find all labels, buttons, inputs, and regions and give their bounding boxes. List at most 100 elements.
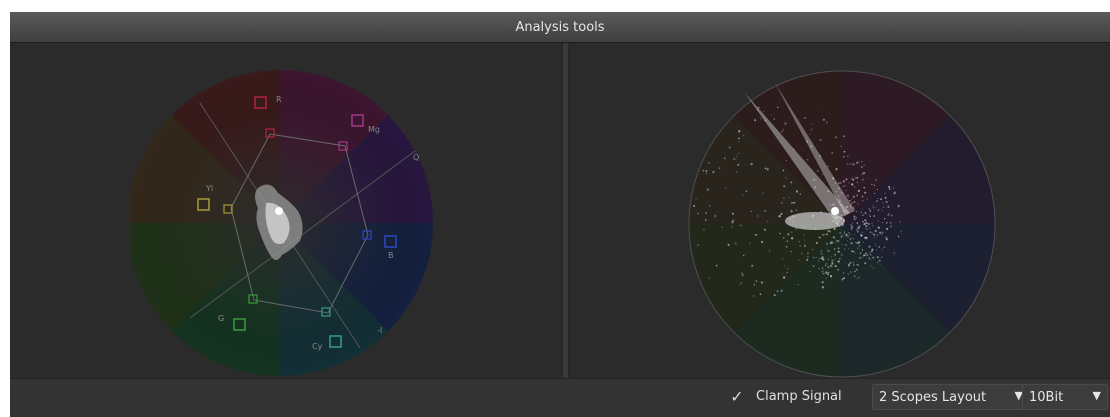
signal-dot	[865, 237, 868, 240]
signal-dot	[872, 206, 875, 209]
signal-dot	[871, 222, 873, 224]
signal-dot	[831, 261, 834, 265]
signal-dot	[863, 164, 865, 166]
signal-dot	[850, 227, 853, 230]
scope-divider[interactable]	[562, 43, 569, 378]
signal-dot	[869, 231, 872, 234]
signal-dot	[695, 198, 697, 200]
signal-dot	[827, 266, 830, 269]
signal-dot	[827, 258, 830, 260]
panel-title-bar: Analysis tools	[10, 12, 1110, 43]
signal-dot	[827, 229, 830, 233]
signal-dot	[862, 214, 864, 216]
signal-dot	[882, 210, 884, 212]
signal-dot	[755, 280, 758, 282]
signal-dot	[858, 244, 861, 247]
signal-dot	[855, 268, 858, 271]
signal-dot	[863, 222, 866, 226]
bit-depth-dropdown-value: 10Bit	[1029, 389, 1064, 405]
label-mg: Mg	[368, 125, 380, 134]
signal-dot	[874, 242, 876, 245]
signal-dot	[849, 234, 851, 236]
clamp-signal-checkbox[interactable]: ✓	[728, 388, 746, 406]
signal-dot	[851, 222, 854, 224]
signal-dot	[870, 254, 872, 256]
signal-dot	[862, 200, 864, 202]
signal-dot	[784, 265, 786, 267]
signal-dot	[839, 181, 842, 185]
signal-dot	[885, 236, 888, 239]
signal-dot	[820, 257, 824, 260]
label-b: B	[388, 251, 394, 260]
signal-dot	[809, 133, 811, 136]
analysis-tools-panel: Analysis tools R Mg Q B -I Cy G Yl ✓ Cla…	[10, 12, 1110, 417]
signal-dot	[744, 164, 746, 166]
signal-dot	[725, 187, 727, 190]
signal-dot	[837, 260, 840, 263]
signal-dot	[877, 220, 880, 222]
signal-dot	[780, 212, 783, 215]
signal-dot	[741, 274, 744, 277]
signal-dot	[840, 235, 843, 238]
signal-dot	[851, 199, 853, 201]
signal-dot	[737, 163, 740, 167]
signal-dot	[861, 195, 864, 198]
layout-dropdown[interactable]: 2 Scopes Layout ▼	[872, 384, 1030, 410]
signal-dot	[861, 256, 863, 258]
signal-dot	[835, 136, 837, 138]
signal-dot	[853, 218, 856, 221]
signal-dot	[825, 262, 828, 265]
clamp-signal-label[interactable]: Clamp Signal	[756, 389, 842, 404]
signal-dot	[857, 277, 859, 280]
signal-dot	[899, 221, 902, 223]
signal-dot	[831, 259, 834, 262]
signal-dot	[854, 270, 856, 273]
signal-dot	[882, 202, 884, 204]
signal-dot	[807, 252, 810, 255]
signal-dot	[868, 227, 871, 230]
signal-dot	[853, 264, 855, 266]
signal-dot	[738, 137, 740, 140]
signal-dot	[841, 243, 843, 245]
signal-dot	[831, 255, 833, 258]
signal-dot	[876, 189, 878, 191]
signal-dot	[870, 258, 872, 260]
signal-dot	[852, 237, 854, 240]
signal-dot	[815, 241, 819, 245]
signal-dot	[866, 198, 868, 200]
signal-dot	[822, 272, 825, 275]
signal-dot	[868, 177, 870, 179]
signal-dot	[791, 231, 793, 233]
signal-dot	[740, 282, 742, 284]
signal-dot	[798, 240, 800, 243]
signal-dot	[834, 258, 836, 261]
signal-dot	[733, 157, 736, 161]
signal-dot	[879, 231, 882, 234]
bit-depth-dropdown[interactable]: 10Bit ▼	[1022, 384, 1108, 410]
signal-dot	[856, 264, 858, 266]
signal-dot	[856, 194, 859, 197]
signal-dot	[864, 262, 867, 265]
signal-dot	[842, 272, 845, 274]
signal-dot	[884, 192, 886, 195]
signal-dot	[837, 182, 840, 185]
signal-dot	[869, 215, 871, 218]
chevron-down-icon: ▼	[1092, 389, 1101, 402]
signal-dot	[829, 250, 831, 252]
signal-dot	[745, 190, 748, 193]
signal-dot	[791, 202, 793, 204]
signal-dot	[890, 214, 893, 217]
signal-dot	[762, 192, 764, 195]
signal-dot	[883, 217, 886, 220]
signal-dot	[837, 242, 839, 244]
signal-dot	[782, 128, 785, 131]
signal-dot	[850, 225, 853, 228]
signal-dot	[856, 230, 859, 233]
signal-dot	[816, 256, 818, 258]
signal-dot	[881, 231, 884, 234]
signal-dot	[799, 193, 802, 196]
signal-dot	[825, 277, 827, 280]
signal-dot	[753, 295, 755, 297]
label-q: Q	[413, 153, 419, 162]
signal-dot	[875, 200, 879, 203]
